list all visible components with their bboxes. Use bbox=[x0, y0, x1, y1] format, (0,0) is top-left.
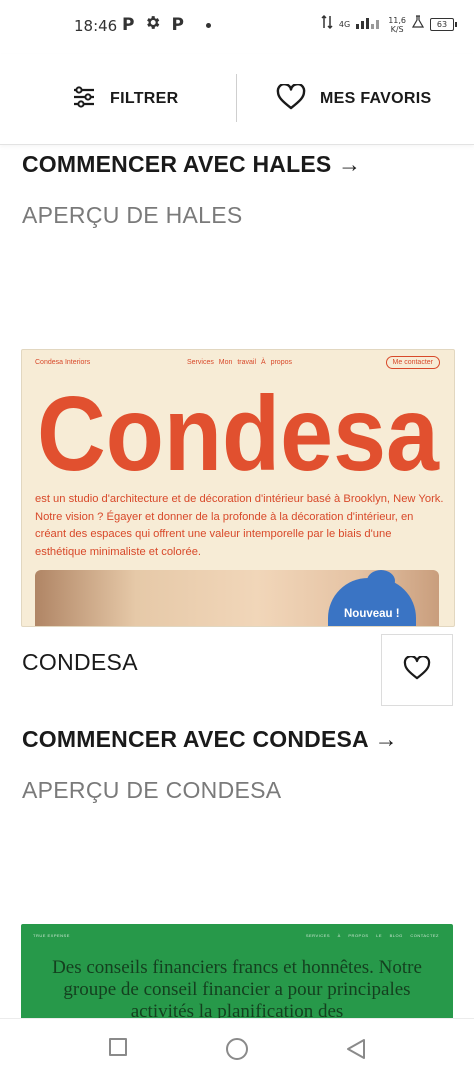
financial-brand: TRUE EXPENSE bbox=[33, 933, 70, 938]
notification-dot-icon bbox=[205, 22, 211, 28]
condesa-nav-links: Services Mon travail À propos bbox=[187, 359, 292, 366]
recent-apps-button[interactable] bbox=[109, 1038, 127, 1056]
preview-hales-link[interactable]: APERÇU DE HALES bbox=[22, 202, 243, 229]
condesa-description: est un studio d'architecture et de décor… bbox=[35, 493, 444, 558]
svg-text:Condesa: Condesa bbox=[37, 380, 440, 490]
network-type: 4G bbox=[338, 20, 351, 29]
condesa-brand: Condesa Interiors bbox=[35, 359, 91, 366]
condesa-preview-card[interactable]: Condesa Interiors Services Mon travail À… bbox=[21, 349, 455, 627]
network-speed: 11,6 K/S bbox=[388, 15, 406, 34]
heart-icon bbox=[276, 82, 306, 115]
filter-button[interactable]: FILTRER bbox=[72, 54, 178, 144]
sliders-icon bbox=[72, 85, 96, 114]
status-right-icons: 4G 11,6 K/S 63 bbox=[321, 14, 457, 35]
filter-label: FILTRER bbox=[110, 90, 179, 107]
notification-p-icon: P bbox=[171, 15, 184, 35]
heart-icon bbox=[403, 654, 431, 685]
financial-nav-links: SERVICES À PROPOS LE BLOG CONTACTEZ bbox=[305, 933, 439, 938]
favorites-label: MES FAVORIS bbox=[320, 90, 432, 107]
favorites-button[interactable]: MES FAVORIS bbox=[276, 54, 431, 144]
status-time: 18:46 bbox=[74, 17, 118, 35]
settings-icon bbox=[144, 14, 161, 36]
status-bar: 18:46 P P 4G 11,6 K/S 63 bbox=[0, 0, 474, 54]
condesa-title: CONDESA bbox=[22, 649, 138, 675]
status-left-icons: P P bbox=[122, 14, 211, 36]
flask-icon bbox=[411, 15, 425, 34]
back-button[interactable] bbox=[345, 1038, 367, 1065]
add-favorite-button[interactable] bbox=[381, 634, 453, 706]
filter-bar-divider bbox=[236, 74, 237, 122]
home-button[interactable] bbox=[226, 1038, 248, 1060]
preview-condesa-link[interactable]: APERÇU DE CONDESA bbox=[22, 777, 281, 804]
system-nav-bar bbox=[0, 1018, 474, 1081]
signal-icon bbox=[356, 15, 382, 34]
data-transfer-icon bbox=[321, 14, 333, 35]
start-with-hales-link[interactable]: COMMENCER AVEC HALES → bbox=[22, 151, 361, 178]
financial-hero-text: Des conseils financiers francs et honnêt… bbox=[52, 957, 422, 1018]
notification-p-icon: P bbox=[122, 15, 135, 35]
condesa-contact-button: Me contacter bbox=[385, 356, 440, 369]
filter-bar: FILTRER MES FAVORIS bbox=[0, 54, 474, 145]
back-triangle-icon bbox=[347, 1039, 365, 1059]
financial-template-preview-card[interactable]: TRUE EXPENSE SERVICES À PROPOS LE BLOG C… bbox=[21, 924, 453, 1018]
new-badge-label: Nouveau ! bbox=[344, 608, 400, 620]
battery-icon: 63 bbox=[430, 18, 457, 31]
start-with-condesa-link[interactable]: COMMENCER AVEC CONDESA → bbox=[22, 726, 398, 753]
condesa-hero-title: Condesa bbox=[37, 380, 440, 490]
template-list: COMMENCER AVEC HALES → APERÇU DE HALES C… bbox=[0, 144, 474, 1018]
